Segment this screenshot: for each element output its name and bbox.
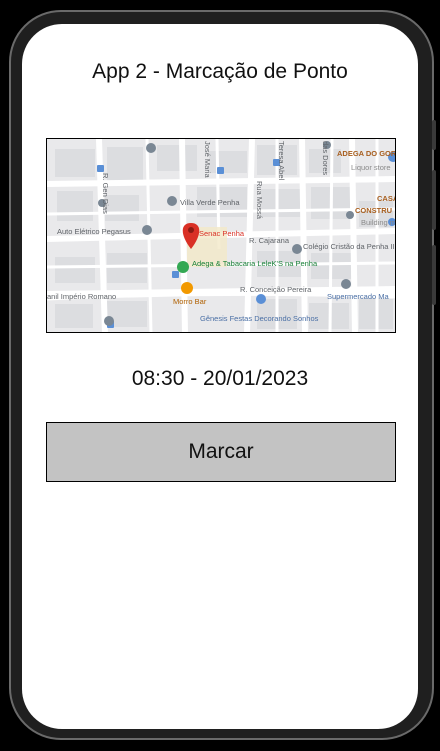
map-label-casa: CASA — [377, 194, 396, 203]
map-label-genesis: Gênesis Festas Decorando Sonhos — [200, 314, 319, 323]
mark-button[interactable]: Marcar — [46, 422, 396, 482]
shop-icon — [256, 294, 266, 304]
map-label-adega-tabacaria: Adega & Tabacaria LeleK'S na Penha — [192, 259, 318, 268]
map-label-gen-dias: R. Gen Dias — [101, 173, 110, 214]
map-label-villa-verde: Villa Verde Penha — [180, 198, 240, 207]
phone-volume-button — [432, 170, 436, 230]
map-label-conceicao: R. Conceição Pereira — [240, 285, 312, 294]
map-label-teresa: Teresa Abel — [277, 141, 286, 181]
map-label-cajarana: R. Cajarana — [249, 236, 290, 245]
map-label-auto-eletrico: Auto Elétrico Pegasus — [57, 227, 131, 236]
map-label-imperio: anil Império Romano — [47, 292, 116, 301]
adega-green-icon — [177, 261, 189, 273]
page-title: App 2 - Marcação de Ponto — [92, 60, 348, 83]
map-label-das-dores: das Dores — [321, 141, 330, 175]
map-label-constru: CONSTRU — [355, 206, 392, 215]
map-label-senac: Senac Penha — [199, 229, 245, 238]
phone-volume-button — [432, 245, 436, 305]
map-label-morro-bar: Morro Bar — [173, 297, 207, 306]
map-label-building: Building materi — [361, 218, 396, 227]
map-label-jose-maria: José Maria — [203, 141, 212, 179]
map-label-supermercado: Supermercado Ma — [327, 292, 390, 301]
map-label-liquor-store: Liquor store — [351, 163, 391, 172]
map-label-mossa: Rua Mossá — [255, 181, 264, 220]
map-canvas[interactable]: ADEGA DO GORDURAS Liquor store Villa Ver… — [47, 139, 396, 333]
phone-side-button — [432, 120, 436, 150]
map-label-colegio: Colégio Cristão da Penha II — [303, 242, 395, 251]
map-view[interactable]: ADEGA DO GORDURAS Liquor store Villa Ver… — [46, 138, 396, 333]
morro-bar-icon — [181, 282, 193, 294]
app-screen: App 2 - Marcação de Ponto ADEGA DO GOR L… — [22, 24, 418, 729]
map-label-adega-gorduras: ADEGA DO GORDURAS — [337, 149, 396, 158]
current-datetime: 08:30 - 20/01/2023 — [131, 367, 309, 390]
